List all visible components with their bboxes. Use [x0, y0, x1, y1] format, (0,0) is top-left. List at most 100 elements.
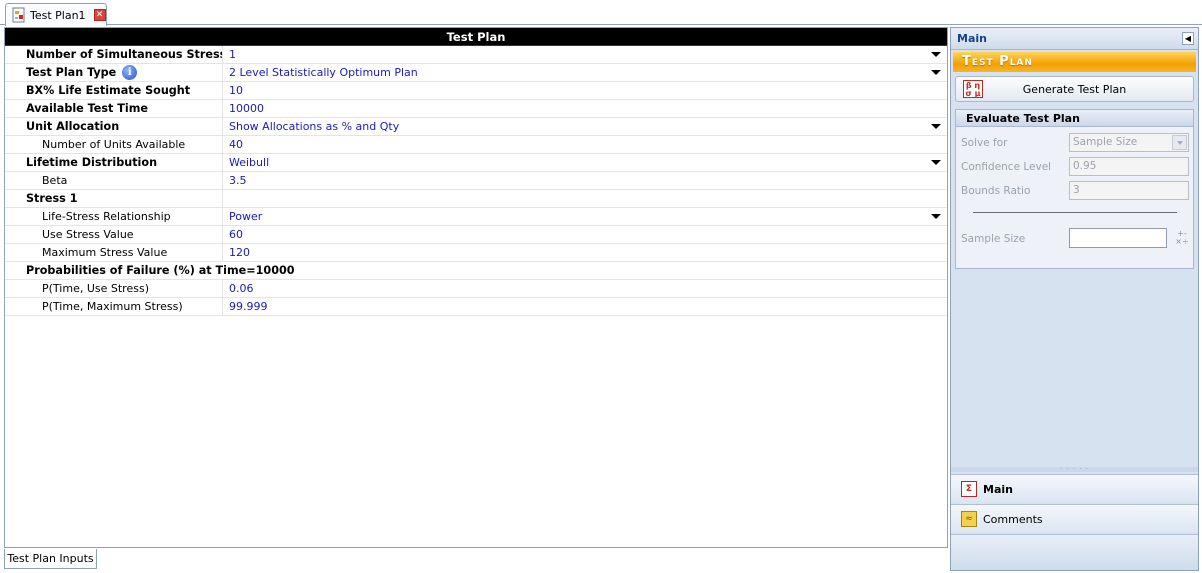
- property-label-text: Life-Stress Relationship: [42, 210, 171, 223]
- table-row[interactable]: P(Time, Maximum Stress) 99.999: [5, 298, 947, 316]
- property-label-text: Beta: [42, 174, 68, 187]
- property-label: Lifetime Distribution: [5, 156, 222, 169]
- property-label-text: Number of Simultaneous Stresses: [26, 48, 222, 61]
- document-tab-strip: Test Plan1 ✕: [0, 0, 1202, 26]
- property-label-text: Number of Units Available: [42, 138, 186, 151]
- property-value-text: Power: [229, 210, 263, 223]
- sample-size-field[interactable]: [1069, 228, 1167, 248]
- control-panel-header: Main ◀: [951, 28, 1198, 50]
- property-value[interactable]: 2 Level Statistically Optimum Plan: [222, 64, 947, 82]
- close-icon[interactable]: ✕: [93, 9, 106, 21]
- solve-for-label: Solve for: [961, 137, 1008, 149]
- chevron-down-icon[interactable]: [931, 214, 941, 219]
- property-label: Maximum Stress Value: [5, 246, 222, 259]
- nav-comments-button[interactable]: ≈ Comments: [951, 504, 1198, 533]
- property-label-text: P(Time, Use Stress): [42, 282, 149, 295]
- solve-for-value: Sample Size: [1073, 136, 1138, 148]
- tab-test-plan1[interactable]: Test Plan1 ✕: [5, 3, 107, 26]
- table-row[interactable]: Use Stress Value 60: [5, 226, 947, 244]
- table-row[interactable]: Probabilities of Failure (%) at Time=100…: [5, 262, 947, 280]
- table-row[interactable]: Beta 3.5: [5, 172, 947, 190]
- test-plan-doc-icon: [12, 7, 25, 23]
- generate-test-plan-label: Generate Test Plan: [1022, 82, 1127, 96]
- calculator-icon[interactable]: +- ×÷: [1174, 230, 1190, 246]
- solve-for-select[interactable]: Sample Size: [1069, 133, 1189, 152]
- property-value-text: 10: [229, 84, 243, 97]
- tab-label: Test Plan1: [30, 8, 86, 22]
- property-label: Number of Units Available: [5, 138, 222, 151]
- property-value[interactable]: Weibull: [222, 154, 947, 172]
- property-label: Life-Stress Relationship: [5, 210, 222, 223]
- grid-rows: Number of Simultaneous Stresses 1 Test Pla…: [5, 46, 947, 316]
- property-value[interactable]: 60: [222, 226, 947, 244]
- evaluate-test-plan-box: Evaluate Test Plan Solve for Sample Size…: [955, 109, 1194, 269]
- property-label-text: Stress 1: [26, 192, 78, 205]
- property-label: Test Plan Type i: [5, 65, 222, 80]
- property-value[interactable]: Power: [222, 208, 947, 226]
- property-value[interactable]: 99.999: [222, 298, 947, 316]
- property-value-text: 0.06: [229, 282, 254, 295]
- table-row[interactable]: Available Test Time 10000: [5, 100, 947, 118]
- collapse-panel-icon[interactable]: ◀: [1182, 32, 1194, 45]
- table-row[interactable]: Unit Allocation Show Allocations as % and…: [5, 118, 947, 136]
- panel-splitter[interactable]: · · · · ·: [951, 466, 1198, 473]
- property-value[interactable]: 3.5: [222, 172, 947, 190]
- property-label: P(Time, Maximum Stress): [5, 300, 222, 313]
- property-label: Use Stress Value: [5, 228, 222, 241]
- property-label-text: Test Plan Type: [26, 66, 117, 79]
- divider: [972, 212, 1177, 213]
- property-value[interactable]: Show Allocations as % and Qty: [222, 118, 947, 136]
- control-panel-title: Main: [957, 32, 987, 45]
- bottom-tab-strip: [0, 548, 950, 573]
- table-row[interactable]: Maximum Stress Value 120: [5, 244, 947, 262]
- table-row[interactable]: Number of Simultaneous Stresses 1: [5, 46, 947, 64]
- property-label: BX% Life Estimate Sought: [5, 84, 222, 97]
- chevron-down-icon[interactable]: [931, 70, 941, 75]
- property-value-text: 3.5: [229, 174, 247, 187]
- property-value-text: 2 Level Statistically Optimum Plan: [229, 66, 418, 79]
- generate-test-plan-button[interactable]: β ησ μ Generate Test Plan: [955, 76, 1194, 102]
- tab-test-plan-inputs[interactable]: Test Plan Inputs: [4, 549, 97, 569]
- property-label-text: Lifetime Distribution: [26, 156, 158, 169]
- nav-main-label: Main: [983, 482, 1013, 496]
- property-value[interactable]: 1: [222, 46, 947, 64]
- property-value[interactable]: 40: [222, 136, 947, 154]
- table-row[interactable]: BX% Life Estimate Sought 10: [5, 82, 947, 100]
- property-label-text: Use Stress Value: [42, 228, 134, 241]
- table-row[interactable]: Life-Stress Relationship Power: [5, 208, 947, 226]
- table-row[interactable]: Lifetime Distribution Weibull: [5, 154, 947, 172]
- property-value-text: Weibull: [229, 156, 270, 169]
- property-value-text: 40: [229, 138, 243, 151]
- nav-footer: [951, 534, 1198, 570]
- nav-comments-label: Comments: [983, 512, 1043, 526]
- bounds-ratio-label: Bounds Ratio: [961, 185, 1031, 197]
- chevron-down-icon[interactable]: [931, 124, 941, 129]
- property-label: Unit Allocation: [5, 120, 222, 133]
- comments-icon: ≈: [961, 511, 977, 527]
- chevron-down-icon[interactable]: [931, 160, 941, 165]
- sample-size-label: Sample Size: [961, 233, 1026, 245]
- property-label: Available Test Time: [5, 102, 222, 115]
- table-row[interactable]: Number of Units Available 40: [5, 136, 947, 154]
- property-value[interactable]: 120: [222, 244, 947, 262]
- property-value[interactable]: 10: [222, 82, 947, 100]
- property-value[interactable]: [222, 190, 947, 208]
- formula-icon: β ησ μ: [963, 80, 983, 98]
- property-value-text: 1: [229, 48, 236, 61]
- property-label-text: Maximum Stress Value: [42, 246, 168, 259]
- table-row[interactable]: Test Plan Type i 2 Level Statistically Opt…: [5, 64, 947, 82]
- table-row[interactable]: P(Time, Use Stress) 0.06: [5, 280, 947, 298]
- property-label: P(Time, Use Stress): [5, 282, 222, 295]
- bounds-ratio-field[interactable]: 3: [1069, 181, 1189, 200]
- table-row[interactable]: Stress 1: [5, 190, 947, 208]
- info-icon[interactable]: i: [122, 65, 138, 80]
- property-label: Beta: [5, 174, 222, 187]
- sigma-sheet-icon: Σ: [961, 481, 977, 497]
- grid-header: Test Plan: [5, 28, 947, 46]
- property-value[interactable]: 0.06: [222, 280, 947, 298]
- chevron-down-icon[interactable]: [1172, 135, 1187, 150]
- confidence-level-field[interactable]: 0.95: [1069, 157, 1189, 176]
- nav-main-button[interactable]: Σ Main: [951, 474, 1198, 503]
- property-value[interactable]: 10000: [222, 100, 947, 118]
- chevron-down-icon[interactable]: [931, 52, 941, 57]
